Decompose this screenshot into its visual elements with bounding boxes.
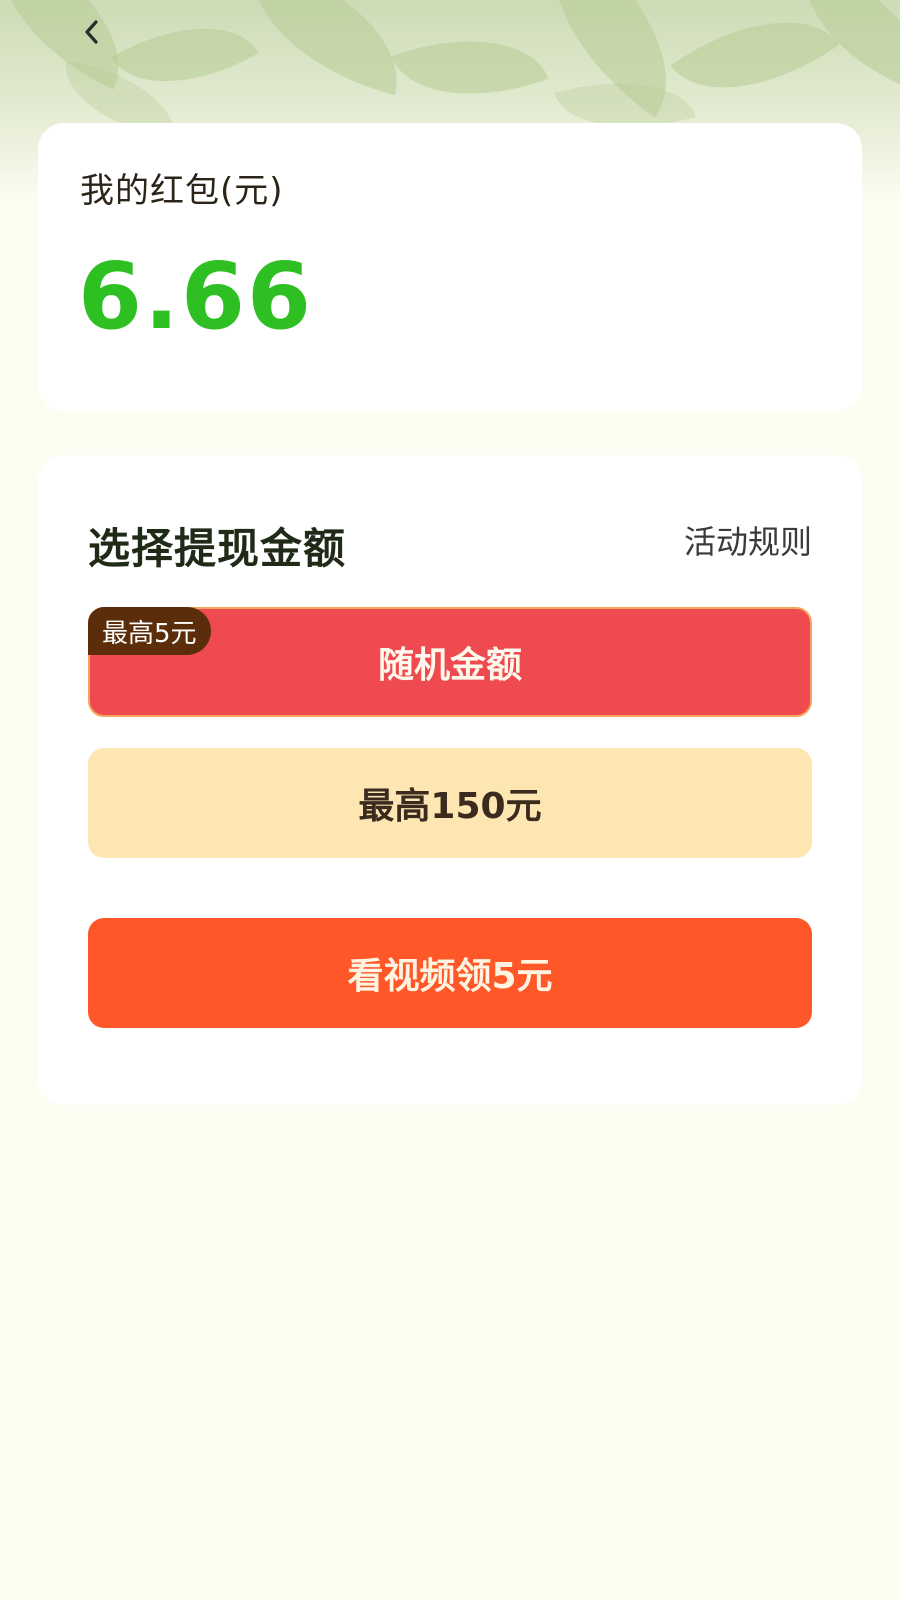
chevron-left-icon [85, 20, 98, 44]
withdraw-card: 选择提现金额 活动规则 随机金额 最高5元 最高150元 看视频领5元 [38, 455, 862, 1105]
balance-amount: 6.66 [78, 243, 313, 350]
section-title: 选择提现金额 [88, 524, 347, 573]
leaf-decoration [230, 0, 420, 96]
option-label: 最高150元 [358, 786, 542, 827]
watch-video-button[interactable]: 看视频领5元 [88, 918, 812, 1028]
activity-rules-link[interactable]: 活动规则 [684, 517, 812, 563]
button-label: 看视频领5元 [347, 956, 553, 997]
max-150-option[interactable]: 最高150元 [88, 748, 812, 858]
option-label: 随机金额 [377, 645, 522, 686]
leaf-decoration [670, 0, 840, 131]
max-badge: 最高5元 [88, 607, 211, 655]
back-button[interactable] [72, 12, 112, 52]
balance-title: 我的红包(元) [80, 171, 284, 211]
leaf-decoration [391, 8, 549, 127]
balance-card: 我的红包(元) 6.66 [38, 123, 862, 411]
